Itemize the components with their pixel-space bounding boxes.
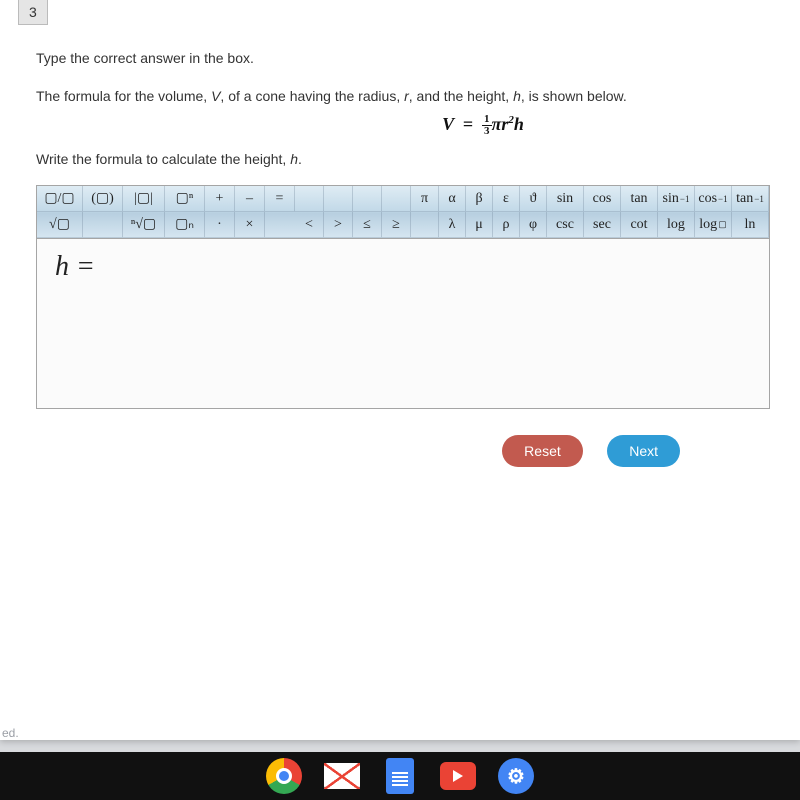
tool-abs[interactable]: |▢|	[123, 186, 165, 212]
tool-rho[interactable]: ρ	[493, 212, 520, 238]
tool-sec[interactable]: sec	[584, 212, 621, 238]
tool-spacer	[295, 186, 324, 212]
tool-mu[interactable]: μ	[466, 212, 493, 238]
question-number-tab: 3	[18, 0, 48, 25]
tool-gt[interactable]: >	[324, 212, 353, 238]
tool-theta[interactable]: ϑ	[520, 186, 547, 212]
tool-epsilon[interactable]: ε	[493, 186, 520, 212]
tool-minus[interactable]: –	[235, 186, 265, 212]
desc-part: The formula for the volume,	[36, 88, 211, 104]
instruction-text: Type the correct answer in the box.	[36, 50, 770, 66]
tool-spacer	[411, 212, 439, 238]
settings-gear-icon[interactable]: ⚙	[498, 758, 534, 794]
button-row: Reset Next	[36, 409, 770, 467]
tool-csc[interactable]: csc	[547, 212, 584, 238]
prompt-text: Write the formula to calculate the heigh…	[36, 151, 770, 167]
tool-cos[interactable]: cos	[584, 186, 621, 212]
docs-icon[interactable]	[382, 758, 418, 794]
tool-sin[interactable]: sin	[547, 186, 584, 212]
tool-subscript[interactable]: ▢ₙ	[165, 212, 205, 238]
tool-acos[interactable]: cos−1	[695, 186, 732, 212]
tool-spacer	[324, 186, 353, 212]
tool-plus[interactable]: +	[205, 186, 235, 212]
prompt-part: Write the formula to calculate the heigh…	[36, 151, 290, 167]
os-taskbar: ⚙	[0, 752, 800, 800]
tool-phi[interactable]: φ	[520, 212, 547, 238]
gmail-icon[interactable]	[324, 758, 360, 794]
tool-parens[interactable]: (▢)	[83, 186, 123, 212]
description-text: The formula for the volume, V, of a cone…	[36, 88, 770, 104]
prompt-var-h: h	[290, 151, 298, 167]
tool-dot[interactable]: ·	[205, 212, 235, 238]
tool-logn[interactable]: log▢	[695, 212, 732, 238]
tool-ge[interactable]: ≥	[382, 212, 411, 238]
tool-tan[interactable]: tan	[621, 186, 658, 212]
tool-blank2[interactable]	[265, 212, 295, 238]
desc-part: , and the height,	[409, 88, 513, 104]
given-formula: V = 13πr2h	[36, 106, 770, 151]
reset-button[interactable]: Reset	[502, 435, 583, 467]
tool-spacer	[382, 186, 411, 212]
desc-var-h: h	[513, 88, 521, 104]
tool-pi[interactable]: π	[411, 186, 439, 212]
tool-eq[interactable]: =	[265, 186, 295, 212]
tool-spacer	[353, 186, 382, 212]
tool-log[interactable]: log	[658, 212, 695, 238]
tool-fraction[interactable]: ▢/▢	[37, 186, 83, 212]
tool-atan[interactable]: tan−1	[732, 186, 769, 212]
tool-ln[interactable]: ln	[732, 212, 769, 238]
chrome-icon[interactable]	[266, 758, 302, 794]
question-card: 3 Type the correct answer in the box. Th…	[0, 0, 800, 740]
answer-input-area[interactable]: h =	[36, 239, 770, 409]
tool-beta[interactable]: β	[466, 186, 493, 212]
tool-alpha[interactable]: α	[439, 186, 466, 212]
tool-sqrt[interactable]: √▢	[37, 212, 83, 238]
footer-fragment: ed.	[2, 726, 19, 740]
equation-toolbar: ▢/▢ √▢ (▢) |▢| ⁿ√▢ ▢ⁿ ▢ₙ + – = ·	[36, 185, 770, 239]
tool-blank[interactable]	[83, 212, 123, 238]
tool-nroot[interactable]: ⁿ√▢	[123, 212, 165, 238]
tool-times[interactable]: ×	[235, 212, 265, 238]
tool-le[interactable]: ≤	[353, 212, 382, 238]
tool-superscript[interactable]: ▢ⁿ	[165, 186, 205, 212]
tool-asin[interactable]: sin−1	[658, 186, 695, 212]
tool-cot[interactable]: cot	[621, 212, 658, 238]
desc-part: , of a cone having the radius,	[220, 88, 404, 104]
youtube-icon[interactable]	[440, 758, 476, 794]
tool-lambda[interactable]: λ	[439, 212, 466, 238]
tool-lt[interactable]: <	[295, 212, 324, 238]
answer-prefill: h =	[55, 251, 95, 282]
next-button[interactable]: Next	[607, 435, 680, 467]
desc-part: , is shown below.	[521, 88, 627, 104]
prompt-part: .	[298, 151, 302, 167]
question-content: Type the correct answer in the box. The …	[0, 0, 800, 467]
